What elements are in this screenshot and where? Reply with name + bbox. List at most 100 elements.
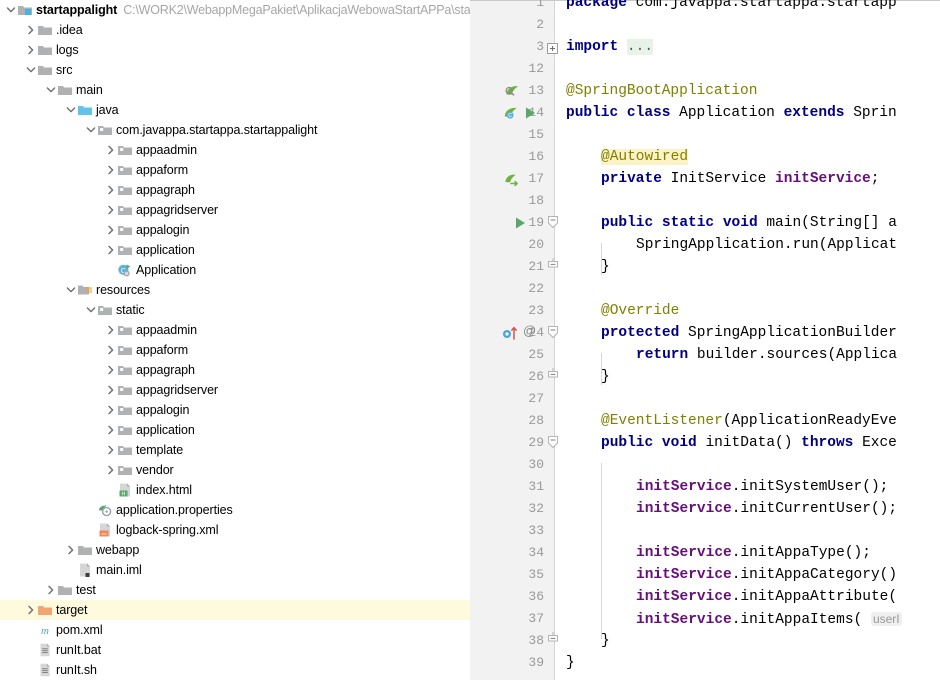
chevron-right-icon[interactable] <box>104 160 117 180</box>
tree-row[interactable]: C Application <box>0 260 470 280</box>
run-icon[interactable] <box>524 106 537 125</box>
gutter-marker[interactable]: C <box>500 102 554 124</box>
code-text[interactable]: } <box>566 652 575 674</box>
tree-row[interactable]: java <box>0 100 470 120</box>
spring-bean-icon[interactable]: C <box>503 105 519 126</box>
tree-row[interactable]: appagridserver <box>0 380 470 400</box>
tree-row[interactable]: appaadmin <box>0 140 470 160</box>
code-text[interactable]: package com.javappa.startappa.startapp <box>566 0 897 14</box>
tree-row[interactable]: webapp <box>0 540 470 560</box>
chevron-right-icon[interactable] <box>104 380 117 400</box>
code-text[interactable]: initService.initCurrentUser(); <box>636 498 897 520</box>
chevron-right-icon[interactable] <box>104 400 117 420</box>
tree-row[interactable]: application.properties <box>0 500 470 520</box>
gutter-marker[interactable] <box>500 80 554 102</box>
tree-row[interactable]: runIt.sh <box>0 660 470 680</box>
chevron-right-icon[interactable] <box>104 240 117 260</box>
code-line[interactable]: 37 initService.initAppaItems( userI <box>470 608 940 630</box>
tree-row-project-root[interactable]: startappalight C:\WORK2\WebappMegaPakiet… <box>0 0 470 20</box>
chevron-right-icon[interactable] <box>104 440 117 460</box>
fold-end-icon[interactable] <box>548 367 558 385</box>
tree-row[interactable]: resources <box>0 280 470 300</box>
code-text[interactable]: public void initData() throws Exce <box>601 432 897 454</box>
code-line[interactable]: 14 Cpublic class Application extends Spri… <box>470 102 940 124</box>
code-editor-panel[interactable]: 1 package com.javappa.startappa.startapp 2… <box>470 0 940 680</box>
code-text[interactable]: protected SpringApplicationBuilder <box>601 322 897 344</box>
chevron-right-icon[interactable] <box>104 460 117 480</box>
fold-collapse-icon[interactable] <box>548 326 558 345</box>
code-text[interactable]: private InitService initService; <box>601 168 879 190</box>
code-text[interactable]: SpringApplication.run(Applicat <box>636 234 897 256</box>
tree-row[interactable]: appalogin <box>0 220 470 240</box>
code-text[interactable]: initService.initAppaItems( userI <box>636 608 902 630</box>
overriding-method-icon[interactable] <box>502 326 520 345</box>
chevron-right-icon[interactable] <box>104 180 117 200</box>
fold-marker[interactable] <box>546 256 562 278</box>
tree-row[interactable]: runIt.bat <box>0 640 470 660</box>
chevron-right-icon[interactable] <box>104 220 117 240</box>
tree-row[interactable]: m pom.xml <box>0 620 470 640</box>
code-line[interactable]: 24 @ protected SpringApplicationBuilder <box>470 322 940 344</box>
tree-row[interactable]: com.javappa.startappa.startappalight <box>0 120 470 140</box>
fold-marker[interactable] <box>546 322 562 344</box>
code-line[interactable]: 26} <box>470 366 940 388</box>
tree-row[interactable]: test <box>0 580 470 600</box>
code-line[interactable]: 23 @Override <box>470 300 940 322</box>
fold-marker[interactable] <box>546 432 562 454</box>
tree-row[interactable]: main <box>0 80 470 100</box>
code-text[interactable]: initService.initSystemUser(); <box>636 476 888 498</box>
code-text[interactable]: import ... <box>566 36 654 58</box>
chevron-down-icon[interactable] <box>84 120 97 140</box>
tree-row[interactable]: appaform <box>0 160 470 180</box>
tree-row[interactable]: appagraph <box>0 180 470 200</box>
code-text[interactable]: initService.initAppaCategory() <box>636 564 897 586</box>
tree-row[interactable]: vendor <box>0 460 470 480</box>
fold-marker[interactable] <box>546 212 562 234</box>
chevron-right-icon[interactable] <box>104 140 117 160</box>
chevron-right-icon[interactable] <box>104 360 117 380</box>
code-line[interactable]: 30 <box>470 454 940 476</box>
chevron-down-icon[interactable] <box>64 100 77 120</box>
annotation-marker-icon[interactable]: @ <box>523 323 536 338</box>
tree-row[interactable]: src <box>0 60 470 80</box>
tree-row[interactable]: logs <box>0 40 470 60</box>
run-icon[interactable] <box>514 216 527 235</box>
code-line[interactable]: 18 <box>470 190 940 212</box>
code-text[interactable]: return builder.sources(Applica <box>636 344 897 366</box>
tree-row[interactable]: appagraph <box>0 360 470 380</box>
code-line[interactable]: 34 initService.initAppaType(); <box>470 542 940 564</box>
code-line[interactable]: 16 @Autowired <box>470 146 940 168</box>
chevron-right-icon[interactable] <box>104 340 117 360</box>
code-line[interactable]: 38} <box>470 630 940 652</box>
chevron-right-icon[interactable] <box>44 580 57 600</box>
code-line[interactable]: 21} <box>470 256 940 278</box>
chevron-right-icon[interactable] <box>64 540 77 560</box>
code-line[interactable]: 15 <box>470 124 940 146</box>
code-line[interactable]: 36 initService.initAppaAttribute( <box>470 586 940 608</box>
chevron-right-icon[interactable] <box>24 40 37 60</box>
code-text[interactable]: @Override <box>601 300 679 322</box>
gutter-marker[interactable] <box>500 168 554 190</box>
code-line[interactable]: 39} <box>470 652 940 674</box>
code-line[interactable]: 28 @EventListener(ApplicationReadyEve <box>470 410 940 432</box>
tree-row[interactable]: <> logback-spring.xml <box>0 520 470 540</box>
fold-end-icon[interactable] <box>548 631 558 649</box>
tree-row[interactable]: template <box>0 440 470 460</box>
chevron-down-icon[interactable] <box>64 280 77 300</box>
tree-row[interactable]: appaform <box>0 340 470 360</box>
code-line[interactable]: 25 return builder.sources(Applica <box>470 344 940 366</box>
code-text[interactable]: @Autowired <box>601 146 689 168</box>
code-text[interactable]: } <box>601 256 610 278</box>
chevron-right-icon[interactable] <box>24 20 37 40</box>
code-text[interactable]: @EventListener(ApplicationReadyEve <box>601 410 897 432</box>
code-line[interactable]: 12 <box>470 58 940 80</box>
tree-row[interactable]: appaadmin <box>0 320 470 340</box>
code-line[interactable]: 2 <box>470 14 940 36</box>
code-text[interactable]: public class Application extends Sprin <box>566 102 897 124</box>
tree-row[interactable]: .idea <box>0 20 470 40</box>
tree-row[interactable]: appagridserver <box>0 200 470 220</box>
code-line[interactable]: 13 @SpringBootApplication <box>470 80 940 102</box>
code-line[interactable]: 35 initService.initAppaCategory() <box>470 564 940 586</box>
tree-row[interactable]: Hindex.html <box>0 480 470 500</box>
code-line[interactable]: 32 initService.initCurrentUser(); <box>470 498 940 520</box>
